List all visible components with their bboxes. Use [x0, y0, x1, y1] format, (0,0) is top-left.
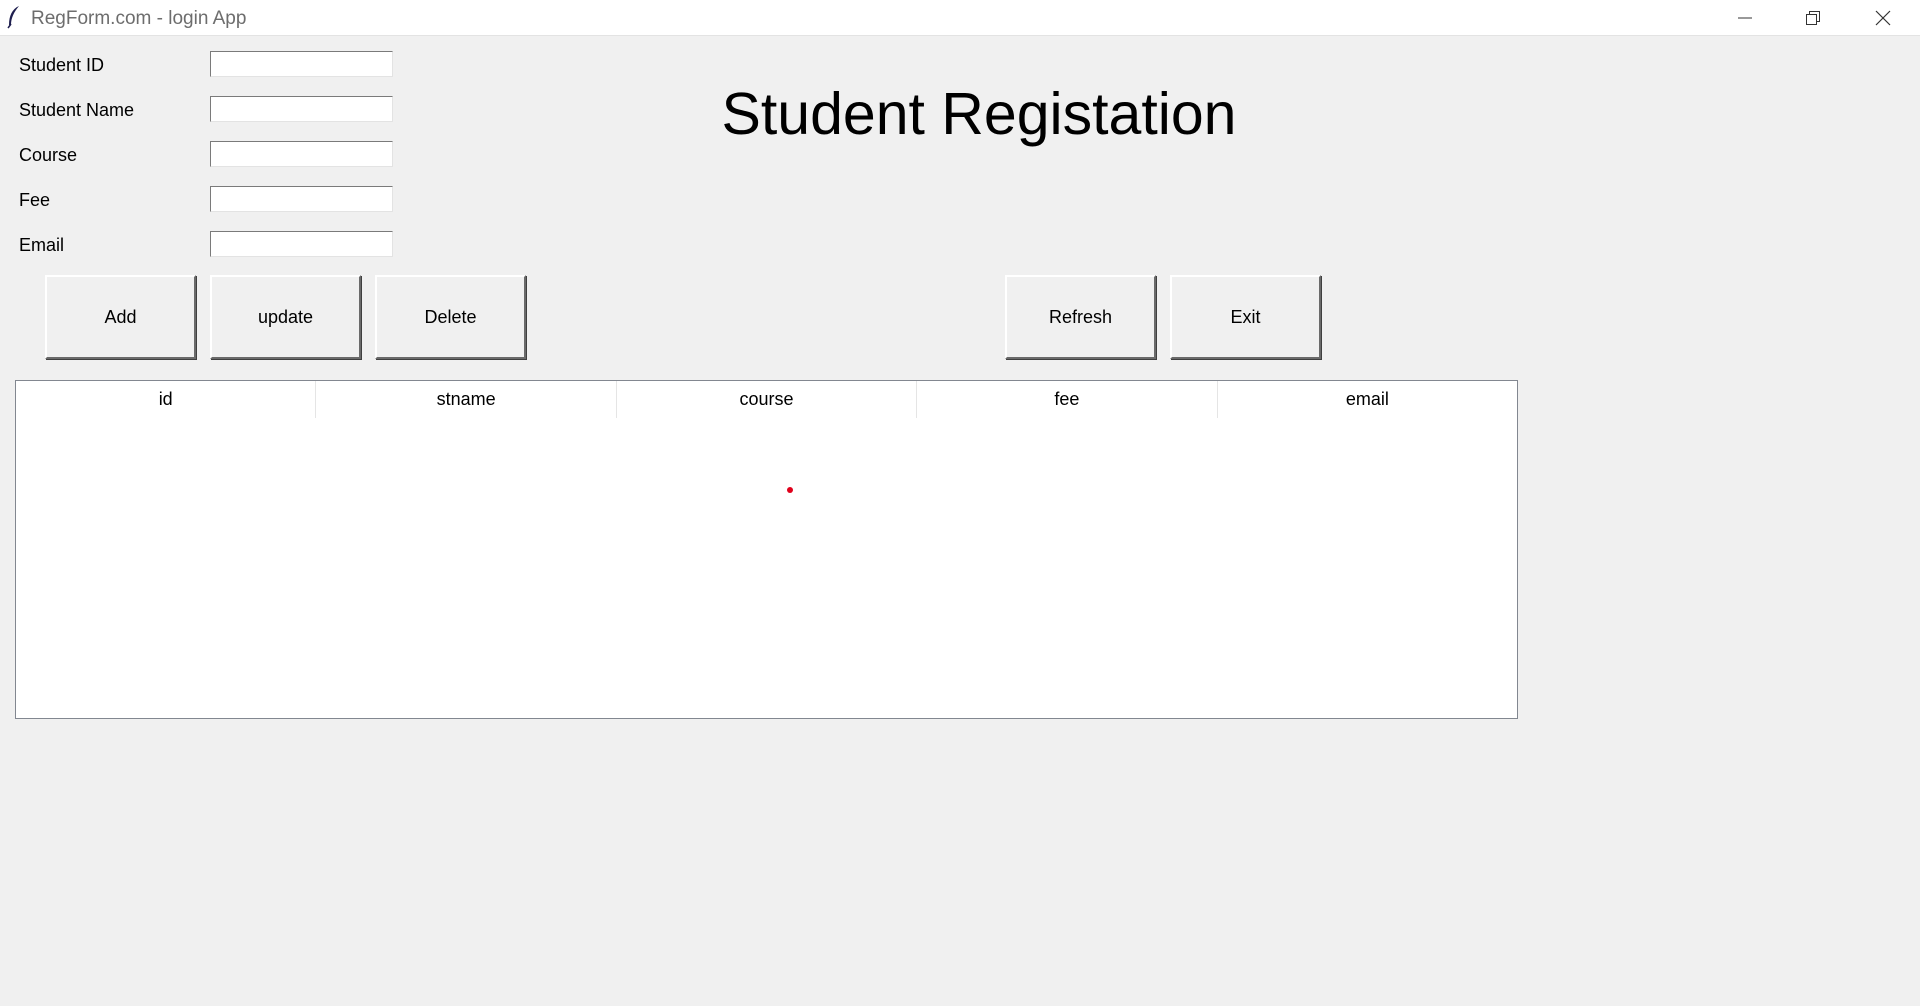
window-titlebar: RegForm.com - login App	[0, 0, 1920, 36]
fee-label: Fee	[19, 190, 51, 210]
column-header-fee[interactable]: fee	[917, 381, 1218, 418]
student-name-label: Student Name	[19, 100, 135, 120]
minimize-button[interactable]	[1710, 0, 1780, 35]
update-button[interactable]: update	[210, 275, 361, 359]
cursor-dot	[787, 487, 793, 493]
exit-button[interactable]: Exit	[1170, 275, 1321, 359]
close-button[interactable]	[1848, 0, 1918, 35]
student-id-label: Student ID	[19, 55, 105, 75]
refresh-button[interactable]: Refresh	[1005, 275, 1156, 359]
table-header: id stname course fee email	[16, 381, 1518, 418]
email-input[interactable]	[210, 231, 393, 257]
column-header-email[interactable]: email	[1217, 381, 1518, 418]
student-name-input[interactable]	[210, 96, 393, 122]
student-table[interactable]: id stname course fee email	[15, 380, 1518, 719]
column-header-stname[interactable]: stname	[316, 381, 617, 418]
add-button[interactable]: Add	[45, 275, 196, 359]
course-label: Course	[19, 145, 78, 165]
column-header-course[interactable]: course	[616, 381, 918, 418]
column-header-id[interactable]: id	[16, 381, 317, 418]
course-input[interactable]	[210, 141, 393, 167]
window-title: RegForm.com - login App	[31, 8, 247, 29]
student-id-input[interactable]	[210, 51, 393, 77]
delete-button[interactable]: Delete	[375, 275, 526, 359]
email-label: Email	[19, 235, 65, 255]
feather-icon	[7, 6, 19, 29]
fee-input[interactable]	[210, 186, 393, 212]
minimize-icon	[1738, 17, 1752, 19]
restore-button[interactable]	[1778, 0, 1848, 35]
restore-icon	[1806, 11, 1820, 25]
page-title: Student Registation	[721, 81, 1237, 147]
close-icon	[1875, 10, 1891, 26]
